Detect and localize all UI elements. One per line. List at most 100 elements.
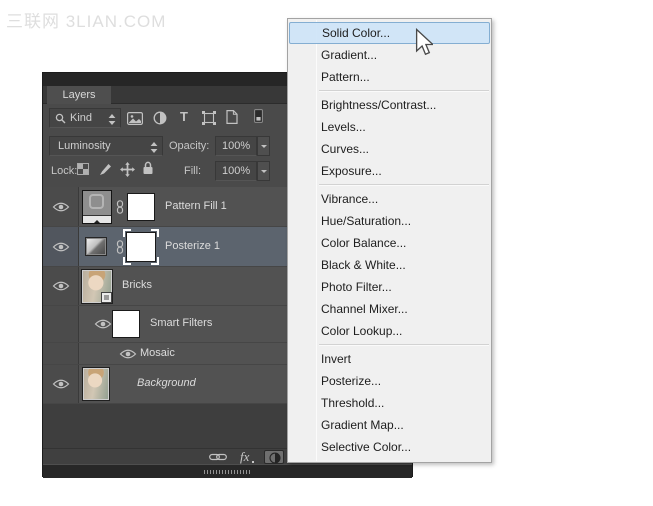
brush-icon (99, 163, 112, 176)
menu-item-color-balance[interactable]: Color Balance... (288, 232, 491, 254)
lock-all-button[interactable] (142, 161, 154, 175)
smart-object-badge-icon (101, 292, 112, 303)
pattern-preview (89, 194, 104, 209)
smart-object-icon (226, 110, 238, 124)
eye-icon[interactable] (52, 378, 70, 390)
layer-name: Background (137, 377, 196, 389)
eye-icon[interactable] (52, 201, 70, 213)
mouse-cursor-icon (415, 28, 433, 56)
opacity-dropdown-button[interactable] (257, 136, 270, 156)
layer-name: Pattern Fill 1 (165, 200, 227, 212)
blend-mode-dropdown[interactable]: Luminosity (49, 136, 163, 156)
type-icon: T (180, 109, 188, 124)
menu-separator (319, 184, 489, 186)
layer-mask-thumbnail[interactable] (126, 232, 156, 262)
checkerboard-icon (77, 163, 89, 175)
filter-adjustment-layers-button[interactable] (153, 111, 167, 125)
fill-label: Fill: (184, 165, 201, 177)
opacity-value-field[interactable]: 100% (215, 136, 257, 156)
tab-layers-label: Layers (62, 89, 95, 101)
half-circle-icon (269, 452, 281, 464)
half-circle-icon (153, 111, 167, 125)
link-layers-icon[interactable] (209, 452, 227, 462)
filter-kind-label: Kind (70, 112, 92, 124)
menu-item-brightness-contrast[interactable]: Brightness/Contrast... (288, 94, 491, 116)
menu-item-threshold[interactable]: Threshold... (288, 392, 491, 414)
search-icon (55, 113, 66, 124)
menu-item-black-and-white[interactable]: Black & White... (288, 254, 491, 276)
eye-icon[interactable] (52, 241, 70, 253)
filter-shape-layers-button[interactable] (202, 111, 216, 125)
lock-position-button[interactable] (120, 162, 135, 177)
fill-value: 100% (222, 165, 250, 177)
menu-item-exposure[interactable]: Exposure... (288, 160, 491, 182)
updown-arrows-icon (150, 142, 158, 153)
pattern-thumbnail[interactable] (82, 190, 112, 224)
filter-type-layers-button[interactable]: T (180, 109, 188, 124)
tab-layers[interactable]: Layers (47, 86, 111, 104)
filter-pixel-layers-button[interactable] (127, 112, 143, 125)
screen: 三联网 3LIAN.COM Layers Kind T (0, 0, 653, 506)
link-icon (116, 200, 124, 214)
filter-toggle-switch[interactable] (254, 109, 263, 123)
menu-item-invert[interactable]: Invert (288, 348, 491, 370)
menu-item-channel-mixer[interactable]: Channel Mixer... (288, 298, 491, 320)
menu-item-vibrance[interactable]: Vibrance... (288, 188, 491, 210)
eye-column (43, 365, 79, 403)
filter-name: Mosaic (140, 347, 175, 359)
layer-name: Bricks (122, 279, 152, 291)
fill-value-field[interactable]: 100% (215, 161, 257, 181)
watermark: 三联网 3LIAN.COM (6, 7, 166, 32)
toggle-switch-icon (254, 109, 263, 123)
mask-selection-brackets (123, 229, 159, 265)
layer-thumbnail[interactable] (82, 270, 112, 303)
layer-mask-thumbnail[interactable] (127, 193, 155, 221)
adjustment-layer-menu: Solid Color... Gradient... Pattern... Br… (287, 18, 492, 463)
posterize-adjustment-icon[interactable] (86, 238, 106, 255)
eye-column (43, 306, 79, 342)
eye-column (43, 227, 79, 266)
eye-column (43, 187, 79, 226)
menu-item-posterize[interactable]: Posterize... (288, 370, 491, 392)
menu-item-photo-filter[interactable]: Photo Filter... (288, 276, 491, 298)
lock-transparency-button[interactable] (77, 163, 89, 175)
layer-style-fx-button[interactable]: fx (240, 449, 249, 465)
menu-item-solid-color[interactable]: Solid Color... (289, 22, 490, 44)
eye-column (43, 343, 79, 364)
lock-label: Lock: (51, 165, 77, 177)
opacity-value: 100% (222, 140, 250, 152)
eye-icon[interactable] (52, 280, 70, 292)
new-adjustment-layer-button[interactable] (264, 450, 284, 464)
menu-item-gradient[interactable]: Gradient... (288, 44, 491, 66)
filter-smart-objects-button[interactable] (226, 110, 238, 124)
filter-kind-dropdown[interactable]: Kind (49, 108, 121, 128)
menu-item-color-lookup[interactable]: Color Lookup... (288, 320, 491, 342)
menu-separator (319, 90, 489, 92)
lock-icon (142, 161, 154, 175)
eye-icon[interactable] (94, 318, 112, 330)
lock-pixels-button[interactable] (99, 163, 112, 176)
shape-icon (202, 111, 216, 125)
menu-item-curves[interactable]: Curves... (288, 138, 491, 160)
layer-name: Posterize 1 (165, 240, 220, 252)
menu-item-hue-saturation[interactable]: Hue/Saturation... (288, 210, 491, 232)
resize-grip[interactable] (204, 470, 252, 474)
panel-bottom-bar (43, 464, 412, 478)
layer-thumbnail[interactable] (83, 368, 109, 400)
filter-mask-thumbnail[interactable] (112, 310, 140, 338)
move-icon (120, 162, 135, 177)
eye-icon[interactable] (119, 348, 137, 360)
blend-mode-value: Luminosity (58, 140, 111, 152)
opacity-label: Opacity: (169, 140, 209, 152)
pattern-scale-slider (83, 215, 111, 223)
menu-separator (319, 344, 489, 346)
image-icon (127, 112, 143, 125)
menu-item-levels[interactable]: Levels... (288, 116, 491, 138)
menu-item-selective-color[interactable]: Selective Color... (288, 436, 491, 458)
menu-item-gradient-map[interactable]: Gradient Map... (288, 414, 491, 436)
menu-item-pattern[interactable]: Pattern... (288, 66, 491, 88)
smart-filters-label: Smart Filters (150, 317, 212, 329)
updown-arrows-icon (108, 114, 116, 125)
fill-dropdown-button[interactable] (257, 161, 270, 181)
eye-column (43, 267, 79, 305)
